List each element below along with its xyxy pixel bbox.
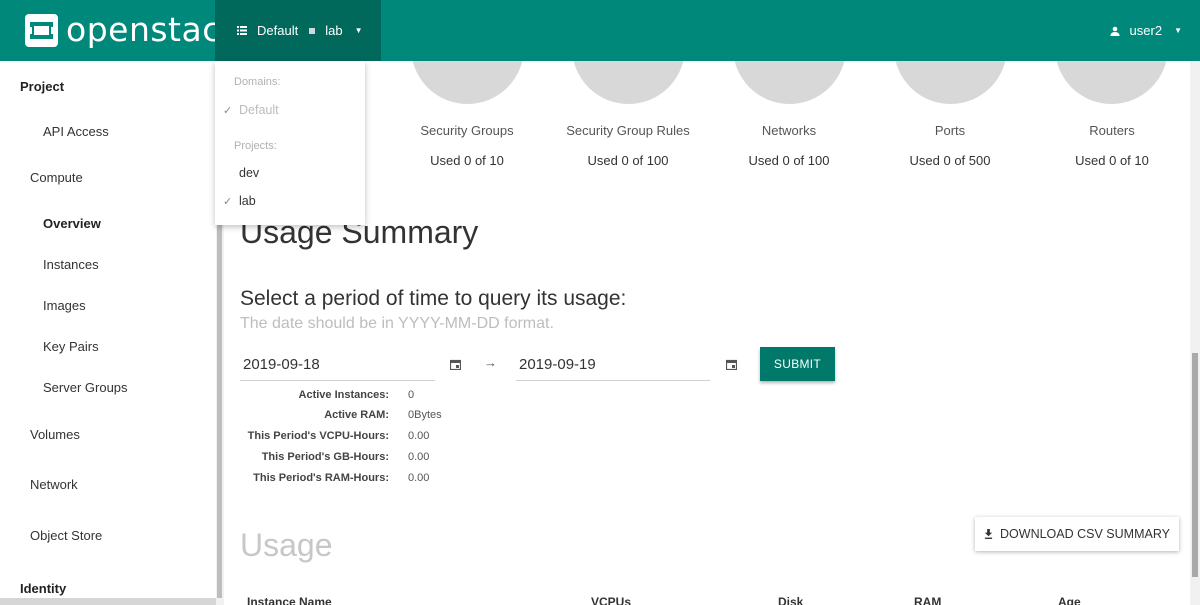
check-icon: ✓ xyxy=(223,195,233,208)
user-menu[interactable]: user2 ▼ xyxy=(1110,0,1182,61)
quota-chart-security-group-rules xyxy=(572,61,685,104)
dropdown-item-label: lab xyxy=(239,194,256,208)
stat-label-active-instances: Active Instances: xyxy=(298,389,389,401)
start-date-input[interactable]: 2019-09-18 xyxy=(240,348,435,381)
sidebar-scrollbar-thumb[interactable] xyxy=(217,216,222,598)
user-name: user2 xyxy=(1129,23,1163,38)
dropdown-header-projects: Projects: xyxy=(234,140,277,152)
top-navbar: openstack ® Default lab ▼ user2 ▼ xyxy=(0,0,1200,61)
dropdown-item-project-lab[interactable]: ✓ lab xyxy=(223,194,256,208)
main-scrollbar-thumb[interactable] xyxy=(1192,353,1198,577)
caret-down-icon: ▼ xyxy=(354,26,363,35)
stat-value-active-instances: 0 xyxy=(408,389,415,401)
period-title: Select a period of time to query its usa… xyxy=(240,287,627,310)
context-dropdown-menu: Domains: ✓ Default Projects: dev ✓ lab xyxy=(215,61,365,225)
stat-value-vcpu-hours: 0.00 xyxy=(408,430,430,442)
sidebar-horizontal-scrollbar[interactable] xyxy=(0,598,216,605)
sidebar-header-identity[interactable]: Identity xyxy=(20,581,66,596)
dropdown-item-label: dev xyxy=(239,166,260,180)
download-csv-label: DOWNLOAD CSV SUMMARY xyxy=(1000,527,1170,541)
stat-label-active-ram: Active RAM: xyxy=(324,409,389,421)
column-header-age[interactable]: Age xyxy=(1058,595,1081,605)
sidebar-header-project[interactable]: Project xyxy=(20,79,64,94)
stat-value-active-ram: 0Bytes xyxy=(408,409,442,421)
sidebar-item-key-pairs[interactable]: Key Pairs xyxy=(43,339,99,354)
stat-label-ram-hours: This Period's RAM-Hours: xyxy=(253,472,389,484)
quota-used: Used 0 of 10 xyxy=(1075,153,1149,168)
quota-chart-security-groups xyxy=(411,61,524,104)
sidebar-item-overview[interactable]: Overview xyxy=(43,216,101,231)
current-domain: Default xyxy=(257,23,299,38)
stat-value-ram-hours: 0.00 xyxy=(408,472,430,484)
download-icon xyxy=(984,529,993,539)
caret-down-icon: ▼ xyxy=(1174,26,1182,35)
arrow-right-icon: → xyxy=(484,355,497,370)
project-context-switcher[interactable]: Default lab ▼ xyxy=(215,0,381,61)
quota-chart-ports xyxy=(894,61,1007,104)
sidebar-item-api-access[interactable]: API Access xyxy=(43,124,109,139)
dropdown-item-label: Default xyxy=(239,103,279,117)
sidebar-group-network[interactable]: Network xyxy=(30,477,78,492)
column-header-instance-name[interactable]: Instance Name xyxy=(247,595,332,605)
column-header-ram[interactable]: RAM xyxy=(914,595,941,605)
quota-label: Ports xyxy=(934,123,966,138)
usage-title: Usage xyxy=(240,527,333,563)
stat-label-gb-hours: This Period's GB-Hours: xyxy=(261,451,389,463)
calendar-icon[interactable] xyxy=(726,359,737,370)
quota-chart-routers xyxy=(1055,61,1168,104)
dropdown-item-domain-default[interactable]: ✓ Default xyxy=(223,103,279,117)
dropdown-item-project-dev[interactable]: dev xyxy=(223,166,259,180)
submit-button[interactable]: SUBMIT xyxy=(760,347,835,381)
quota-used: Used 0 of 10 xyxy=(430,153,504,168)
sidebar-item-images[interactable]: Images xyxy=(43,298,86,313)
download-csv-button[interactable]: DOWNLOAD CSV SUMMARY xyxy=(975,517,1179,551)
quota-used: Used 0 of 100 xyxy=(587,153,669,168)
current-project: lab xyxy=(325,23,343,38)
user-icon xyxy=(1110,26,1120,36)
sidebar-group-compute[interactable]: Compute xyxy=(30,170,83,185)
sidebar: Project API Access Compute Overview Inst… xyxy=(0,61,216,605)
quota-used: Used 0 of 500 xyxy=(909,153,991,168)
list-icon xyxy=(237,26,247,35)
separator-square-icon xyxy=(309,27,316,34)
column-header-vcpus[interactable]: VCPUs xyxy=(591,595,631,605)
quota-label: Routers xyxy=(1089,123,1135,138)
quota-chart-networks xyxy=(733,61,846,104)
sidebar-item-instances[interactable]: Instances xyxy=(43,257,99,272)
calendar-icon[interactable] xyxy=(450,359,461,370)
main-content: Security Groups Security Group Rules Net… xyxy=(224,61,1190,605)
openstack-logo[interactable]: openstack ® xyxy=(25,12,246,48)
openstack-logo-icon xyxy=(25,13,58,47)
column-header-disk[interactable]: Disk xyxy=(778,595,803,605)
quota-label: Networks xyxy=(761,123,817,138)
sidebar-item-server-groups[interactable]: Server Groups xyxy=(43,380,128,395)
period-hint: The date should be in YYYY-MM-DD format. xyxy=(240,315,554,332)
stat-value-gb-hours: 0.00 xyxy=(408,451,430,463)
check-icon: ✓ xyxy=(223,104,233,117)
quota-label: Security Group Rules xyxy=(566,123,690,138)
end-date-input[interactable]: 2019-09-19 xyxy=(516,348,710,381)
sidebar-group-object-store[interactable]: Object Store xyxy=(30,528,102,543)
quota-used: Used 0 of 100 xyxy=(748,153,830,168)
quota-label: Security Groups xyxy=(420,123,514,138)
stat-label-vcpu-hours: This Period's VCPU-Hours: xyxy=(247,430,389,442)
dropdown-header-domains: Domains: xyxy=(234,76,281,88)
sidebar-group-volumes[interactable]: Volumes xyxy=(30,427,80,442)
